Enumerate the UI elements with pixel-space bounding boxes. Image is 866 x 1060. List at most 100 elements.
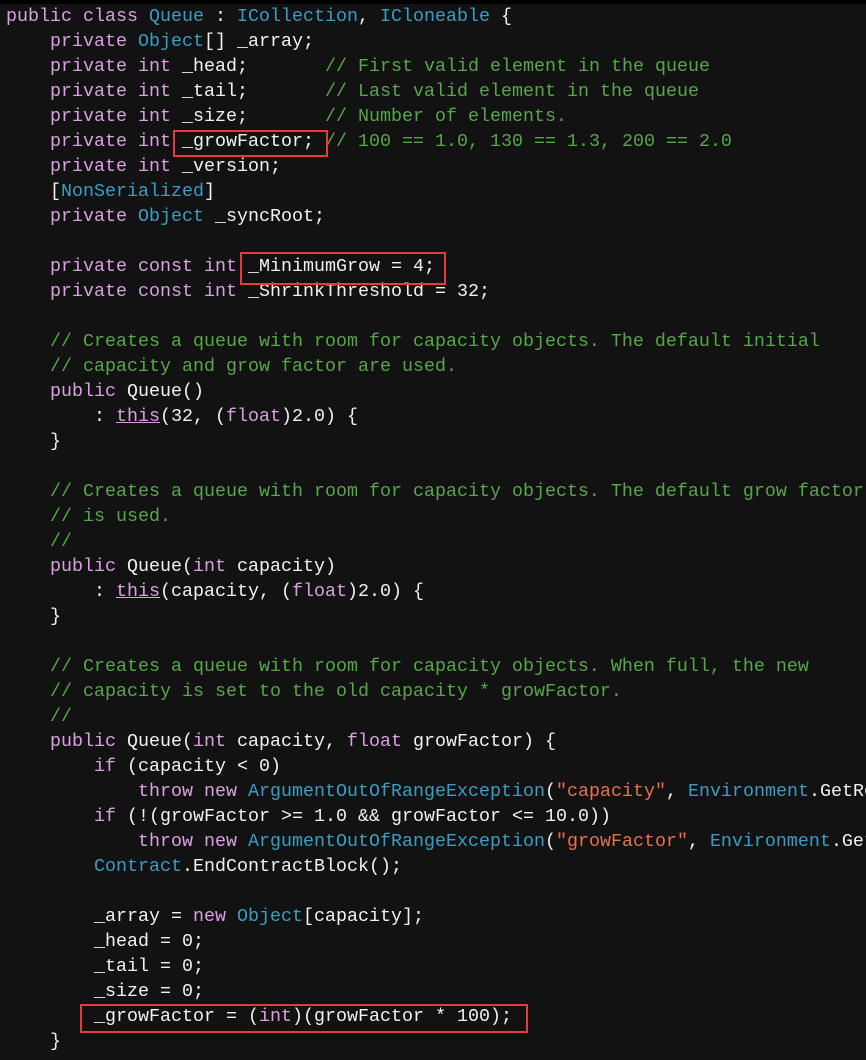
code-text: _head; bbox=[171, 56, 325, 77]
type-name: ArgumentOutOfRangeException bbox=[247, 831, 545, 852]
code-text: [ bbox=[6, 181, 61, 202]
code-line: private Object _syncRoot; bbox=[6, 204, 866, 229]
code-line: public class Queue : ICollection, IClone… bbox=[6, 4, 866, 29]
keyword: const bbox=[138, 281, 193, 302]
code-line: } bbox=[6, 604, 866, 629]
code-line: [NonSerialized] bbox=[6, 179, 866, 204]
code-text: : bbox=[204, 6, 237, 27]
keyword: public bbox=[6, 6, 72, 27]
code-text: { bbox=[490, 6, 512, 27]
code-text: Queue( bbox=[116, 731, 193, 752]
string-literal: "growFactor" bbox=[555, 831, 688, 852]
code-line: private int _head; // First valid elemen… bbox=[6, 54, 866, 79]
keyword: new bbox=[192, 906, 226, 927]
keyword: private bbox=[50, 206, 127, 227]
code-line: _tail = 0; bbox=[6, 954, 866, 979]
keyword: float bbox=[226, 406, 281, 427]
keyword: private bbox=[50, 256, 127, 277]
keyword: private bbox=[50, 56, 127, 77]
code-text: _array = bbox=[6, 906, 193, 927]
code-text: .GetRe bbox=[808, 781, 866, 802]
comment: // bbox=[50, 706, 72, 727]
keyword: new bbox=[203, 781, 237, 802]
keyword: int bbox=[193, 731, 226, 752]
keyword: float bbox=[291, 581, 347, 602]
code-editor[interactable]: public class Queue : ICollection, IClone… bbox=[6, 4, 866, 1054]
code-line: Contract.EndContractBlock(); bbox=[6, 854, 866, 879]
code-line: _size = 0; bbox=[6, 979, 866, 1004]
code-line: throw new ArgumentOutOfRangeException("c… bbox=[6, 779, 866, 804]
code-line: // Creates a queue with room for capacit… bbox=[6, 654, 866, 679]
keyword: const bbox=[138, 256, 193, 277]
keyword: private bbox=[50, 31, 127, 52]
code-line: } bbox=[6, 429, 866, 454]
comment: // is used. bbox=[50, 506, 171, 527]
keyword: int bbox=[193, 556, 226, 577]
code-text: } bbox=[6, 606, 61, 627]
comment: // Creates a queue with room for capacit… bbox=[50, 481, 864, 502]
code-text: [] _array; bbox=[204, 31, 314, 52]
code-line: if (capacity < 0) bbox=[6, 754, 866, 779]
code-text: _size = 0; bbox=[6, 981, 204, 1002]
type-name: ICollection bbox=[237, 6, 358, 27]
highlight-box-growfactor-field bbox=[173, 130, 328, 157]
code-line: // is used. bbox=[6, 504, 866, 529]
code-text: capacity) bbox=[226, 556, 336, 577]
type-name: Object bbox=[138, 31, 204, 52]
keyword: throw bbox=[137, 831, 193, 852]
code-text: ( bbox=[544, 831, 556, 852]
code-line: : this(32, (float)2.0) { bbox=[6, 404, 866, 429]
code-text: , bbox=[358, 6, 380, 27]
keyword: private bbox=[50, 156, 127, 177]
code-text: (!(growFactor >= 1.0 && growFactor <= 10… bbox=[116, 806, 611, 827]
code-text: } bbox=[6, 1031, 61, 1052]
code-text: (capacity, ( bbox=[160, 581, 292, 602]
comment: // Creates a queue with room for capacit… bbox=[50, 331, 820, 352]
code-text: )2.0) { bbox=[346, 581, 424, 602]
code-line: // Creates a queue with room for capacit… bbox=[6, 329, 866, 354]
keyword: private bbox=[50, 281, 127, 302]
code-text: _version; bbox=[171, 156, 281, 177]
code-line: private int _growFactor; // 100 == 1.0, … bbox=[6, 129, 866, 154]
code-text: _syncRoot; bbox=[204, 206, 325, 227]
comment: // capacity and grow factor are used. bbox=[50, 356, 457, 377]
type-name: ArgumentOutOfRangeException bbox=[247, 781, 545, 802]
comment: // capacity is set to the old capacity *… bbox=[50, 681, 622, 702]
type-name: Environment bbox=[709, 831, 831, 852]
keyword: public bbox=[50, 556, 116, 577]
code-text: Queue() bbox=[116, 381, 204, 402]
code-text: , bbox=[665, 781, 688, 802]
code-line: if (!(growFactor >= 1.0 && growFactor <=… bbox=[6, 804, 866, 829]
code-line: public Queue(int capacity) bbox=[6, 554, 866, 579]
